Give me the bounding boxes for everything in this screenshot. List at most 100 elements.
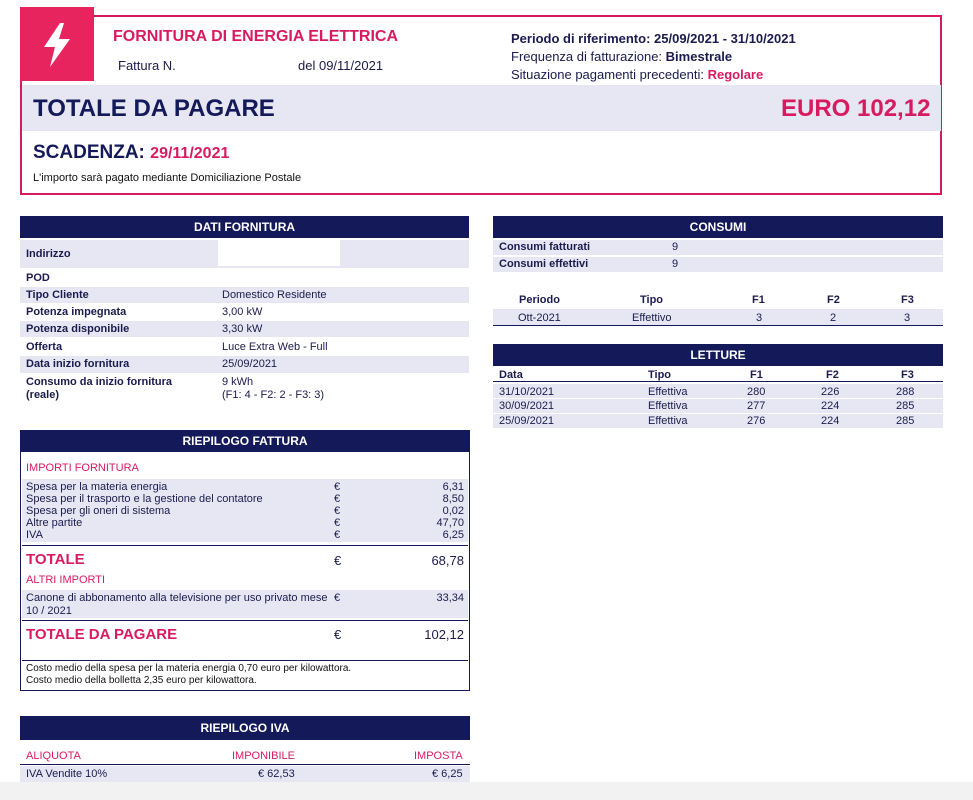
other-items-currency: € <box>334 517 341 529</box>
reading-f2: 224 <box>821 400 840 412</box>
readings-row <box>493 384 943 398</box>
consumption-label-note: (reale) <box>26 389 60 401</box>
energy-cost-currency: € <box>334 481 341 493</box>
consumption-header-f1: F1 <box>752 294 765 306</box>
consumption-type: Effettivo <box>632 312 672 324</box>
readings-row <box>493 414 943 428</box>
reading-f1: 276 <box>747 415 766 427</box>
vat-header-taxable: IMPONIBILE <box>232 750 295 762</box>
avg-energy-cost-note: Costo medio della spesa per la materia e… <box>26 663 352 674</box>
reference-period: Periodo di riferimento: 25/09/2021 - 31/… <box>511 31 796 46</box>
divider <box>22 660 468 661</box>
subtotal-currency: € <box>334 553 342 568</box>
avg-bill-cost-note: Costo medio della bolletta 2,35 euro per… <box>26 675 257 686</box>
reading-date: 31/10/2021 <box>499 386 555 398</box>
reading-f1: 277 <box>747 400 766 412</box>
system-charges-value: 0,02 <box>442 505 464 517</box>
payment-status-value: Regolare <box>707 67 764 82</box>
actual-consumption-value: 9 <box>672 258 679 270</box>
reading-f1: 280 <box>747 386 766 398</box>
reading-date: 25/09/2021 <box>499 415 555 427</box>
pod-value-redacted <box>218 268 334 284</box>
billing-frequency: Frequenza di fatturazione: Bimestrale <box>511 49 732 64</box>
consumption-period: Ott-2021 <box>518 312 561 324</box>
supply-amounts-label: IMPORTI FORNITURA <box>26 462 139 474</box>
vat-label: IVA <box>26 529 43 541</box>
vat-tax: € 6,25 <box>432 768 463 780</box>
grand-total-currency: € <box>334 627 342 642</box>
payment-status: Situazione pagamenti precedenti: Regolar… <box>511 67 763 82</box>
due-date-value: 29/11/2021 <box>150 145 230 162</box>
grand-total-label: TOTALE DA PAGARE <box>26 626 178 643</box>
consumption-header-f3: F3 <box>901 294 914 306</box>
grand-total-value: 102,12 <box>424 627 464 642</box>
subtotal-label: TOTALE <box>26 551 85 568</box>
tv-license-period: 10 / 2021 <box>26 605 72 617</box>
vat-header-rate: ALIQUOTA <box>26 750 81 762</box>
offer-value: Luce Extra Web - Full <box>222 341 328 353</box>
readings-header-f3: F3 <box>901 369 914 381</box>
address-label: Indirizzo <box>26 248 71 260</box>
consumption-value: 9 kWh <box>222 376 254 388</box>
consumption-header-period: Periodo <box>519 294 560 306</box>
total-due-label: TOTALE DA PAGARE <box>33 95 275 122</box>
available-power-value: 3,30 kW <box>222 323 263 335</box>
readings-header-f2: F2 <box>826 369 839 381</box>
total-due-value: EURO 102,12 <box>781 95 931 122</box>
vat-rate: IVA Vendite 10% <box>26 768 108 780</box>
invoice-date: del 09/11/2021 <box>298 58 384 73</box>
billed-consumption-label: Consumi fatturati <box>499 241 591 253</box>
consumption-f2: 2 <box>830 312 837 324</box>
other-items-label: Altre partite <box>26 517 83 529</box>
invoice-summary-title: RIEPILOGO FATTURA <box>20 430 470 452</box>
vat-currency: € <box>334 529 341 541</box>
reading-type: Effettiva <box>648 415 688 427</box>
start-date-label: Data inizio fornitura <box>26 358 130 370</box>
address-value-redacted <box>218 240 340 266</box>
tv-license-currency: € <box>334 592 341 604</box>
supply-title: FORNITURA DI ENERGIA ELETTRICA <box>113 28 399 45</box>
vat-summary-title: RIEPILOGO IVA <box>20 716 470 740</box>
invoice-number-label: Fattura N. <box>118 58 176 73</box>
payment-status-label: Situazione pagamenti precedenti: <box>511 67 704 82</box>
reading-f3: 285 <box>896 400 915 412</box>
consumption-header-f2: F2 <box>827 294 840 306</box>
brand-logo <box>20 7 94 81</box>
vat-header-tax: IMPOSTA <box>414 750 463 762</box>
vat-taxable: € 62,53 <box>258 768 295 780</box>
billing-frequency-value: Bimestrale <box>665 49 733 64</box>
readings-row <box>493 399 943 413</box>
divider <box>22 545 468 546</box>
tv-license-value: 33,34 <box>436 592 464 604</box>
reading-type: Effettiva <box>648 400 688 412</box>
vat-value: 6,25 <box>442 529 464 541</box>
consumption-f1: 3 <box>756 312 763 324</box>
system-charges-label: Spesa per gli oneri di sistema <box>26 505 171 517</box>
divider <box>20 764 470 765</box>
actual-consumption-label: Consumi effettivi <box>499 258 589 270</box>
energy-cost-label: Spesa per la materia energia <box>26 481 168 493</box>
reading-f2: 224 <box>821 415 840 427</box>
transport-cost-value: 8,50 <box>442 493 464 505</box>
billed-consumption-value: 9 <box>672 241 679 253</box>
payment-note: L'importo sarà pagato mediante Domicilia… <box>33 172 302 184</box>
due-date-label: SCADENZA: <box>33 142 145 163</box>
consumption-f3: 3 <box>904 312 911 324</box>
readings-header-row <box>493 367 943 382</box>
transport-cost-label: Spesa per il trasporto e la gestione del… <box>26 493 263 505</box>
pod-label: POD <box>26 272 50 284</box>
energy-cost-value: 6,31 <box>442 481 464 493</box>
consumption-title: CONSUMI <box>493 216 943 238</box>
reading-f3: 288 <box>896 386 915 398</box>
client-type-value: Domestico Residente <box>222 289 327 301</box>
consumption-breakdown: (F1: 4 - F2: 2 - F3: 3) <box>222 389 325 401</box>
due-date: SCADENZA: 29/11/2021 <box>33 142 229 164</box>
lightning-bolt-icon <box>20 7 94 81</box>
other-amounts-label: ALTRI IMPORTI <box>26 574 106 586</box>
client-type-label: Tipo Cliente <box>26 289 89 301</box>
reading-type: Effettiva <box>648 386 688 398</box>
readings-header-date: Data <box>499 369 523 381</box>
consumption-header-type: Tipo <box>640 294 664 306</box>
divider <box>22 620 468 621</box>
reading-date: 30/09/2021 <box>499 400 555 412</box>
